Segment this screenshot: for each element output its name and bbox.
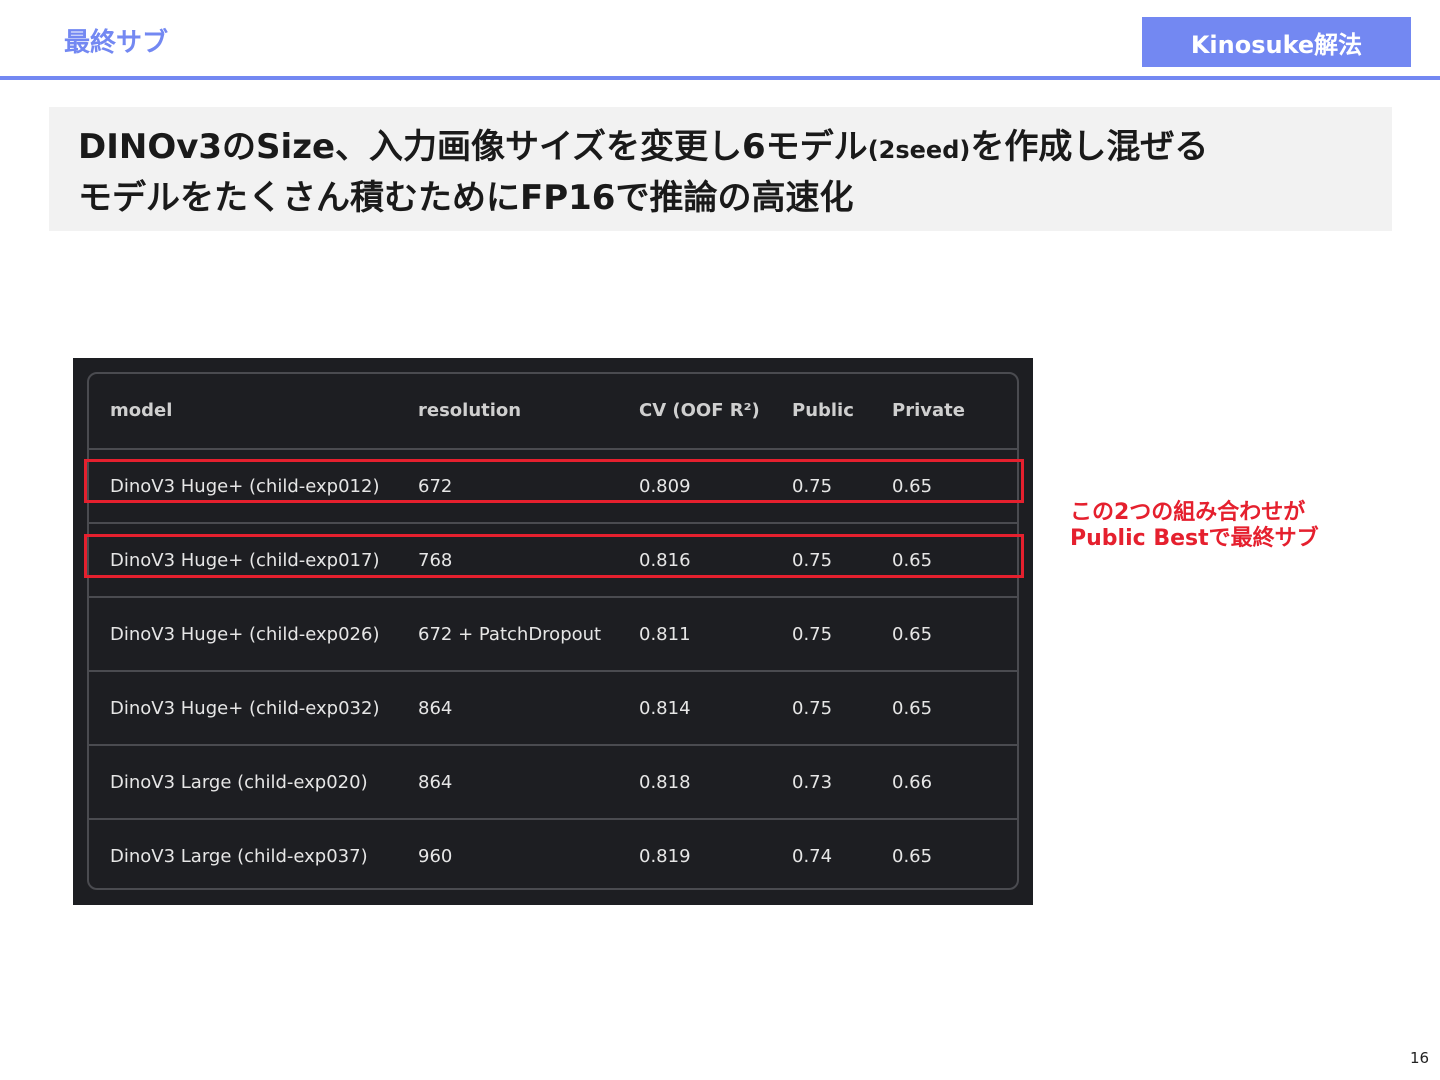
callout-line-2: Public Bestで最終サブ (1070, 526, 1319, 551)
column-header-cv: CV (OOF R²) (639, 400, 760, 421)
cell-public: 0.74 (792, 846, 833, 867)
title-line-1-seed: (2seed) (867, 136, 971, 164)
cell-resolution: 960 (418, 846, 453, 867)
cell-private: 0.66 (892, 772, 933, 793)
highlight-box-exp017 (84, 534, 1024, 578)
title-line-2: モデルをたくさん積むためにFP16で推論の高速化 (78, 178, 854, 218)
cell-resolution: 864 (418, 772, 453, 793)
results-table-screenshot: model resolution CV (OOF R²) Public Priv… (73, 358, 1033, 905)
table-row: DinoV3 Huge+ (child-exp032) 864 0.814 0.… (89, 670, 1017, 746)
cell-public: 0.75 (792, 698, 833, 719)
cell-resolution: 864 (418, 698, 453, 719)
results-table: model resolution CV (OOF R²) Public Priv… (87, 372, 1019, 890)
cell-model: DinoV3 Huge+ (child-exp032) (110, 698, 380, 719)
title-box: DINOv3のSize、入力画像サイズを変更し6モデル(2seed)を作成し混ぜ… (49, 107, 1392, 231)
solution-badge: Kinosuke解法 (1142, 17, 1411, 67)
cell-resolution: 672 + PatchDropout (418, 624, 602, 645)
cell-cv: 0.814 (639, 698, 691, 719)
cell-cv: 0.818 (639, 772, 691, 793)
cell-cv: 0.819 (639, 846, 691, 867)
highlight-box-exp012 (84, 459, 1024, 503)
page-number: 16 (1410, 1049, 1430, 1067)
column-header-private: Private (892, 400, 965, 421)
column-header-public: Public (792, 400, 854, 421)
cell-cv: 0.811 (639, 624, 691, 645)
cell-private: 0.65 (892, 698, 933, 719)
header-divider (0, 76, 1440, 80)
column-header-model: model (110, 400, 173, 421)
table-row: DinoV3 Large (child-exp037) 960 0.819 0.… (89, 818, 1017, 888)
column-header-resolution: resolution (418, 400, 522, 421)
table-header-row: model resolution CV (OOF R²) Public Priv… (89, 374, 1017, 448)
cell-model: DinoV3 Large (child-exp037) (110, 846, 368, 867)
table-row: DinoV3 Large (child-exp020) 864 0.818 0.… (89, 744, 1017, 820)
callout-line-1: この2つの組み合わせが (1070, 500, 1306, 525)
title-line-1-end: を作成し混ぜる (970, 127, 1209, 167)
cell-public: 0.73 (792, 772, 833, 793)
cell-private: 0.65 (892, 624, 933, 645)
best-submission-note: この2つの組み合わせが Public Bestで最終サブ (1070, 500, 1319, 552)
cell-model: DinoV3 Large (child-exp020) (110, 772, 368, 793)
title-line-1-main: DINOv3のSize、入力画像サイズを変更し6モデル (78, 127, 868, 167)
cell-model: DinoV3 Huge+ (child-exp026) (110, 624, 380, 645)
cell-private: 0.65 (892, 846, 933, 867)
title-line-1: DINOv3のSize、入力画像サイズを変更し6モデル(2seed)を作成し混ぜ… (78, 127, 1208, 170)
cell-public: 0.75 (792, 624, 833, 645)
table-row: DinoV3 Huge+ (child-exp026) 672 + PatchD… (89, 596, 1017, 672)
section-label: 最終サブ (64, 28, 169, 58)
